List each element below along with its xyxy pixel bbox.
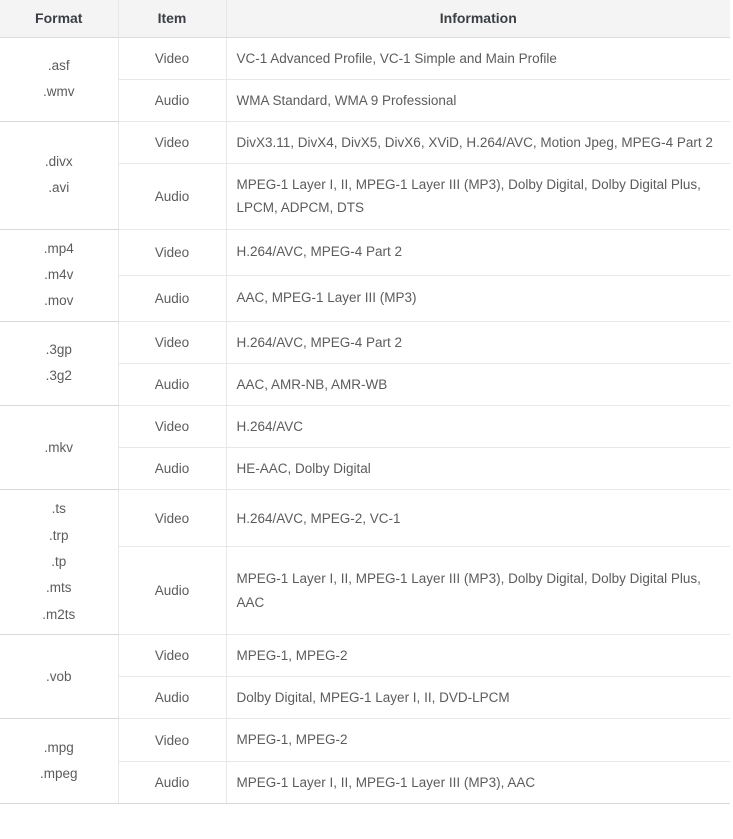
table-body: .asf .wmv Video VC-1 Advanced Profile, VC-1… [0,36,730,804]
item-cell: Video [118,36,227,80]
table-row: .3gp .3g2 Video H.264/AVC, MPEG-4 Part 2 [0,320,730,406]
column-header-information: Information [226,0,730,38]
format-extension: .wmv [43,84,75,100]
table-row: .asf .wmv Video VC-1 Advanced Profile, VC-1… [0,36,730,122]
media-format-support-table: Format Item Information .asf .wmv Video VC-… [0,0,730,804]
item-cell: Video [118,404,227,449]
information-cell: WMA Standard, WMA 9 Professional [226,79,730,122]
format-extension: .vob [45,668,72,684]
format-extension: .3gp [45,341,72,357]
item-cell: Audio [118,447,227,491]
format-cell: .3gp .3g2 [0,321,119,406]
information-cell: H.264/AVC, MPEG-2, VC-1 [226,489,730,548]
table-row: .mkv Video H.264/AVC [0,404,730,491]
format-extension: .3g2 [45,368,72,384]
table-row: .mpg .mpeg Video MPEG-1, MPEG-2 [0,718,730,804]
format-cell: .vob [0,634,119,720]
table-header: Format Item Information [0,0,730,38]
item-cell: Audio [118,275,227,322]
format-extension: .mts [46,580,72,596]
information-cell: HE-AAC, Dolby Digital [226,447,730,491]
information-cell: MPEG-1, MPEG-2 [226,718,730,762]
item-cell: Audio [118,676,227,720]
format-extension: .mov [44,293,74,309]
format-extension: .m2ts [42,606,76,622]
format-cell: .asf .wmv [0,37,119,122]
information-cell: VC-1 Advanced Profile, VC-1 Simple and M… [226,36,730,80]
format-extension: .ts [51,501,66,517]
table-row: .divx .avi Video DivX3.11, DivX4, DivX5, Di… [0,120,730,230]
information-cell: MPEG-1 Layer I, II, MPEG-1 Layer III (MP… [226,163,730,230]
item-cell: Video [118,718,227,762]
table-row: .mp4 .m4v .mov Video H.264/AVC, MPEG-4 Part … [0,228,730,322]
table-row: .vob Video MPEG-1, MPEG-2 [0,633,730,720]
format-extension: .divx [44,153,73,169]
item-cell: Video [118,228,227,276]
format-extension: .avi [48,180,70,196]
item-cell: Video [118,489,227,548]
information-cell: H.264/AVC, MPEG-4 Part 2 [226,320,730,364]
format-extension: .m4v [44,266,74,282]
format-extension: .mp4 [43,240,74,256]
information-cell: H.264/AVC [226,404,730,449]
item-cell: Video [118,320,227,364]
format-cell: .mpg .mpeg [0,718,119,804]
information-cell: DivX3.11, DivX4, DivX5, DivX6, XViD, H.2… [226,120,730,165]
information-cell: AAC, AMR-NB, AMR-WB [226,363,730,406]
format-extension: .mpg [43,739,74,755]
item-cell: Audio [118,761,227,804]
information-cell: H.264/AVC, MPEG-4 Part 2 [226,228,730,276]
item-cell: Audio [118,546,227,635]
item-cell: Audio [118,163,227,230]
information-cell: MPEG-1 Layer I, II, MPEG-1 Layer III (MP… [226,761,730,804]
column-header-item: Item [118,0,227,38]
table-header-row: Format Item Information [0,0,730,38]
table-row: .ts .trp .tp .mts .m2ts Video H.264/AVC, MPEG-… [0,489,730,635]
information-cell: MPEG-1, MPEG-2 [226,633,730,678]
format-extension: .mpeg [39,766,78,782]
format-extension: .tp [51,554,67,570]
format-cell: .mp4 .m4v .mov [0,229,119,322]
column-header-format: Format [0,0,119,38]
format-extension: .trp [48,527,69,543]
information-cell: MPEG-1 Layer I, II, MPEG-1 Layer III (MP… [226,546,730,635]
format-cell: .ts .trp .tp .mts .m2ts [0,489,119,635]
format-extension: .mkv [44,439,74,455]
item-cell: Video [118,633,227,678]
item-cell: Video [118,120,227,165]
item-cell: Audio [118,79,227,122]
information-cell: AAC, MPEG-1 Layer III (MP3) [226,275,730,322]
format-extension: .asf [47,57,70,73]
format-cell: .mkv [0,405,119,491]
format-cell: .divx .avi [0,121,119,230]
information-cell: Dolby Digital, MPEG-1 Layer I, II, DVD-L… [226,676,730,720]
item-cell: Audio [118,363,227,406]
